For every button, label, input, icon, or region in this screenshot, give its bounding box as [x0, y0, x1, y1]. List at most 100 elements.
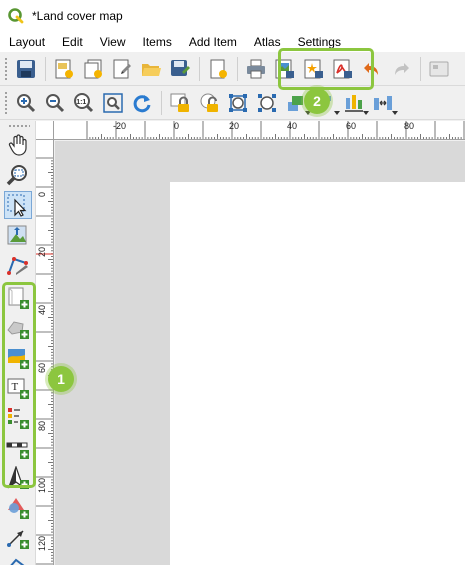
toolbar-grip[interactable]: [8, 124, 30, 128]
vruler-label: 120: [37, 535, 47, 551]
vruler-label: 40: [37, 304, 47, 315]
toolbar-grip[interactable]: [4, 90, 8, 115]
zoom-tool-icon: [6, 165, 27, 186]
save-as-template-button[interactable]: [166, 55, 194, 83]
vruler-label: 80: [37, 420, 47, 431]
distribute-items-button[interactable]: [340, 89, 369, 117]
refresh-button[interactable]: [128, 89, 156, 117]
hruler-label: 20: [229, 121, 240, 131]
refresh-icon: [133, 94, 151, 112]
menu-atlas[interactable]: Atlas: [245, 35, 289, 49]
vruler-label: 60: [37, 362, 47, 373]
pan-icon: [8, 134, 27, 156]
zoom-tool-button[interactable]: [4, 161, 32, 189]
select-move-icon: [7, 194, 27, 217]
print-icon: [247, 59, 265, 78]
menu-bar: Layout Edit View Items Add Item Atlas Se…: [0, 32, 465, 52]
window-title: *Land cover map: [32, 9, 123, 23]
redo-icon: [395, 62, 409, 75]
toolbar-separator: [237, 56, 238, 81]
vruler-label: 100: [37, 477, 47, 493]
print-button[interactable]: [242, 55, 270, 83]
resize-icon: [374, 95, 392, 110]
add-shape-button[interactable]: [4, 494, 32, 522]
qgis-logo-icon: [8, 8, 24, 24]
dropdown-arrow-icon: [392, 110, 398, 115]
redo-button[interactable]: [387, 55, 415, 83]
new-layout-button[interactable]: [50, 55, 78, 83]
svg-text:1:1: 1:1: [76, 99, 86, 106]
pan-tool-button[interactable]: [4, 131, 32, 159]
hruler-label: 0: [174, 121, 180, 131]
toolbar-separator: [161, 90, 162, 115]
open-template-button[interactable]: [137, 55, 165, 83]
ungroup-items-icon: [258, 93, 276, 112]
toolbar-grip[interactable]: [4, 56, 8, 81]
menu-settings[interactable]: Settings: [289, 35, 349, 49]
vertical-ruler[interactable]: 0 20 40 60 80 100 120: [36, 140, 54, 565]
add-pages-button[interactable]: [204, 55, 232, 83]
menu-add-item[interactable]: Add Item: [180, 35, 245, 49]
menu-view[interactable]: View: [91, 35, 134, 49]
move-content-tool-button[interactable]: [4, 221, 32, 249]
highlight-add-item-tools: [2, 282, 36, 488]
hruler-label: 60: [346, 121, 357, 131]
hruler-label: -20: [113, 121, 127, 131]
resize-items-button[interactable]: [369, 89, 398, 117]
menu-layout[interactable]: Layout: [0, 35, 53, 49]
highlight-export-buttons: [278, 48, 374, 90]
distribute-icon: [345, 94, 363, 112]
ruler-corner: [36, 121, 54, 140]
layout-manager-button[interactable]: [108, 55, 136, 83]
horizontal-ruler-ticks: [86, 121, 465, 139]
hruler-label: 40: [287, 121, 298, 131]
save-icon: [17, 59, 35, 78]
layout-window: { "window": { "title": "*Land cover map"…: [0, 0, 465, 565]
add-arrow-button[interactable]: [4, 524, 32, 552]
title-bar: *Land cover map: [0, 0, 465, 32]
zoom-out-button[interactable]: [41, 89, 69, 117]
add-arrow-icon: [7, 530, 29, 549]
ungroup-items-button[interactable]: [253, 89, 281, 117]
edit-nodes-tool-button[interactable]: [4, 251, 32, 279]
layout-manager-icon: [113, 59, 131, 78]
menu-edit[interactable]: Edit: [53, 35, 91, 49]
new-layout-icon: [55, 59, 73, 78]
move-content-icon: [7, 225, 27, 245]
layout-canvas[interactable]: [55, 141, 465, 565]
duplicate-layout-button[interactable]: [79, 55, 107, 83]
layout-toolbar: [0, 52, 465, 86]
open-folder-icon: [142, 63, 161, 76]
atlas-icon: [429, 61, 449, 76]
zoom-actual-button[interactable]: 1:1: [70, 89, 98, 117]
zoom-in-button[interactable]: [12, 89, 40, 117]
save-as-template-icon: [171, 59, 190, 76]
add-node-item-icon: [10, 558, 25, 565]
duplicate-layout-icon: [84, 59, 102, 78]
group-items-button[interactable]: [224, 89, 252, 117]
menu-items[interactable]: Items: [134, 35, 180, 49]
toolbar-separator: [45, 56, 46, 81]
zoom-actual-icon: 1:1: [74, 92, 94, 112]
zoom-full-button[interactable]: [99, 89, 127, 117]
horizontal-ruler[interactable]: -20 0 20 40 60 80: [36, 121, 465, 140]
callout-2: 2: [304, 88, 330, 114]
zoom-full-icon: [103, 92, 123, 113]
hruler-label: 80: [404, 121, 415, 131]
unlock-items-button[interactable]: [195, 89, 223, 117]
edit-nodes-icon: [7, 257, 28, 275]
lock-items-button[interactable]: [166, 89, 194, 117]
add-node-item-button[interactable]: [4, 554, 32, 565]
unlock-items-icon: [200, 93, 218, 112]
layout-page[interactable]: [170, 182, 465, 565]
callout-1: 1: [48, 366, 74, 392]
new-page-icon: [210, 59, 227, 78]
lock-items-icon: [170, 93, 189, 112]
atlas-toolbar-button[interactable]: [425, 55, 453, 83]
zoom-in-icon: [17, 93, 36, 112]
add-shape-icon: [8, 498, 29, 519]
view-toolbar: 1:1: [0, 86, 465, 120]
save-button[interactable]: [12, 55, 40, 83]
select-move-tool-button[interactable]: [4, 191, 32, 219]
vruler-label: 20: [37, 246, 47, 257]
